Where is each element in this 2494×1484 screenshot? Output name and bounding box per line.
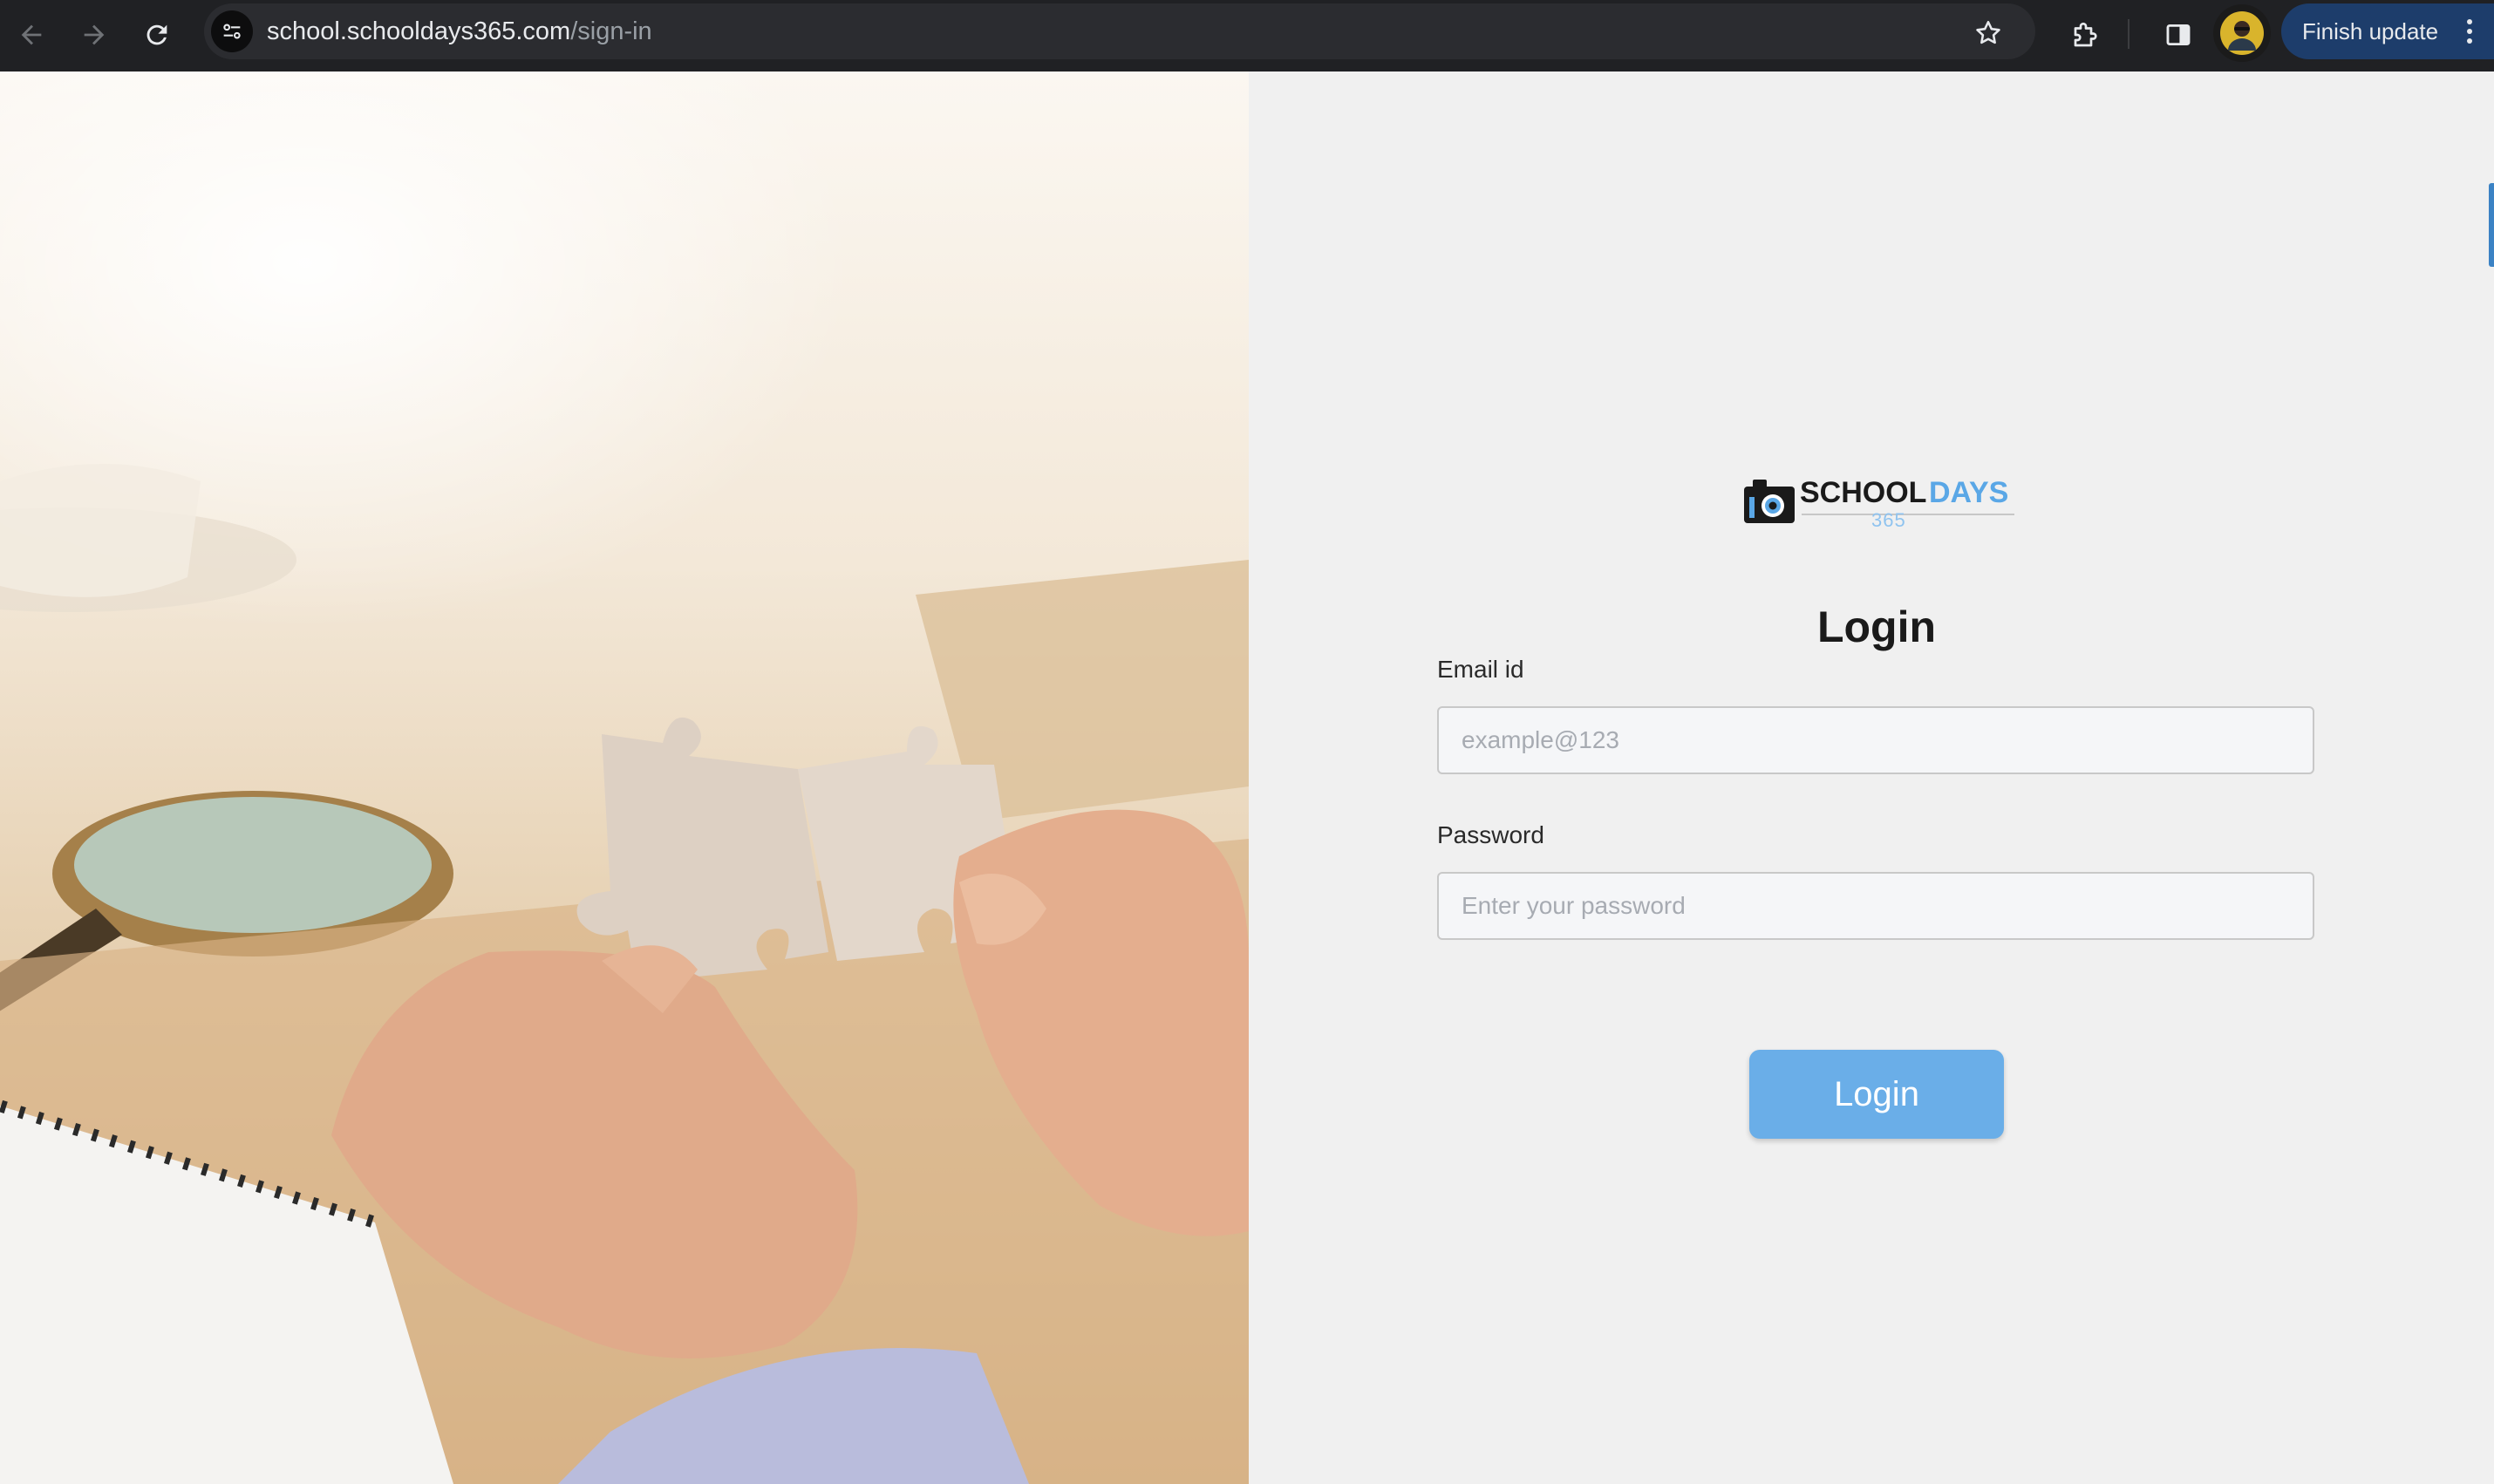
reload-icon: [147, 24, 167, 45]
more-vert-icon: [2467, 19, 2472, 44]
finish-update-button[interactable]: Finish update: [2281, 3, 2494, 59]
login-button[interactable]: Login: [1749, 1050, 2004, 1139]
side-panel-icon: [2166, 24, 2191, 46]
browser-toolbar: school.schooldays365.com/sign-in Finish …: [0, 0, 2494, 71]
site-settings-icon[interactable]: [211, 10, 253, 52]
back-button[interactable]: [3, 7, 59, 63]
url-text[interactable]: school.schooldays365.com/sign-in: [267, 16, 652, 47]
password-field[interactable]: [1437, 872, 2314, 940]
user-avatar-icon: [2220, 11, 2264, 55]
reload-button[interactable]: [129, 7, 185, 63]
login-pane: [1249, 71, 2494, 1484]
login-title: Login: [1816, 602, 1937, 651]
logo-word-school: SCHOOL: [1800, 476, 1927, 509]
url-path: /sign-in: [570, 17, 652, 45]
school-days-logo: SCHOOL DAYS 365: [1741, 471, 2020, 534]
logo-number: 365: [1871, 509, 1906, 531]
forward-button[interactable]: [66, 7, 122, 63]
arrow-right-icon: [84, 24, 105, 45]
arrow-left-icon: [21, 24, 42, 45]
hero-image: [0, 71, 1249, 1484]
url-host: school.schooldays365.com: [267, 17, 571, 45]
logo-word-days: DAYS: [1929, 476, 2009, 509]
bookmark-star-button[interactable]: [1964, 9, 2013, 58]
extensions-button[interactable]: [2058, 7, 2114, 63]
scrollbar-handle[interactable]: [2489, 183, 2494, 267]
finish-update-label: Finish update: [2302, 18, 2439, 44]
email-label: Email id: [1437, 656, 1524, 683]
star-icon: [1976, 20, 2000, 44]
toolbar-divider: [2128, 19, 2129, 49]
side-panel-button[interactable]: [2150, 7, 2206, 63]
address-bar[interactable]: school.schooldays365.com/sign-in: [204, 3, 2035, 59]
puzzle-hands-illustration: [0, 464, 1249, 1484]
password-label: Password: [1437, 821, 1544, 848]
email-field[interactable]: [1437, 706, 2314, 774]
profile-avatar[interactable]: [2213, 4, 2271, 62]
puzzle-piece-icon: [2074, 22, 2097, 47]
